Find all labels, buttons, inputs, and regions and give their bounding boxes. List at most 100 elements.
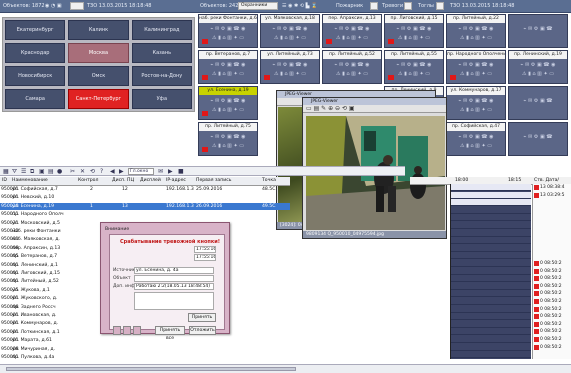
column-header[interactable]: ID [2, 178, 7, 183]
object-tile[interactable]: ул. Коммунаров, д.17 ⌁ ✉ ⚙ ▣ ☎ ◉ ⚠ ▮ ⌂ ▥ ✦… [446, 86, 506, 120]
toolbar-icons[interactable]: ☰ ◉ ✱ ⟲ ▙ ⌛ [282, 0, 317, 13]
timeline-cell [451, 214, 531, 222]
window-select[interactable]: Гл.окно [128, 168, 154, 175]
column-header[interactable]: Контрол [78, 178, 98, 183]
filter-firemen[interactable]: Пожарник [336, 0, 363, 13]
timeline-cell [451, 283, 531, 290]
event-time-text: 0 08:50:2 [540, 314, 562, 320]
table-row[interactable]: 950001 ул. Софийская, д.7 2 12 192.168.1.3 25… [0, 186, 290, 194]
nav-prev-button[interactable] [123, 326, 131, 335]
cell-c: 1 [90, 203, 93, 209]
viewer-tool-icons[interactable]: ▭ ▤ ✎ ⊕ ⊖ ⟲ ▣ [306, 105, 355, 112]
city-button[interactable]: Новосибирск [5, 66, 66, 86]
object-tile-title: пр. Литейный, д.75 [199, 123, 257, 131]
toolbar-icon-delete[interactable]: ✕ [80, 168, 85, 175]
info-field: Работаю 2:2(18.05.13 18:48:54) [134, 283, 214, 290]
object-tile[interactable]: ул. Есенина, д.19 ⌁ ✉ ⚙ ▣ ☎ ◉ ⚠ ▮ ⌂ ▥ ✦ ▭ [198, 86, 258, 120]
city-button[interactable]: Ростов-на-Дону [131, 66, 192, 86]
city-button[interactable]: Уфа [131, 89, 192, 109]
city-button[interactable]: Калинк [68, 20, 129, 40]
toolbar-icon-list[interactable]: ☰ [21, 168, 26, 175]
city-button[interactable]: Краснодар [5, 43, 66, 63]
accept-all-button[interactable]: Принять все [155, 326, 185, 341]
toolbar-icon-stop[interactable]: ■ [178, 168, 184, 175]
cell-name: ул. Есенина, д.19 [12, 203, 55, 209]
event-time-cell: 0 08:50:2 [533, 344, 571, 352]
table-row[interactable]: 950001 ул. Невский, д.10 [0, 194, 290, 202]
event-time-cell: 0 08:50:2 [533, 283, 571, 291]
top-icons[interactable]: ◉ ◔ ▣ [45, 0, 62, 13]
toolbar-icon-help[interactable]: ? [100, 168, 103, 175]
object-tile[interactable]: пр. Софийская, д.47 ⌁ ✉ ⚙ ▣ ☎ ◉ ⚠ ▮ ⌂ ▥ ✦ … [446, 122, 506, 156]
filter-alarms-check[interactable] [404, 2, 412, 10]
top-toggle[interactable] [70, 2, 84, 10]
column-header[interactable]: Точка [262, 178, 276, 183]
filter-firemen-check[interactable] [370, 2, 378, 10]
city-button[interactable]: Санкт-Петербург [68, 89, 129, 109]
object-tile-empty[interactable]: ⌁ ✉ ⚙ ▣ ☎ [508, 14, 568, 48]
alarm-indicator [202, 75, 208, 80]
nav-first-button[interactable] [113, 326, 121, 335]
filter-other[interactable]: Тоглы [418, 0, 434, 13]
city-button[interactable]: Самара [5, 89, 66, 109]
postpone-button[interactable]: Отложить [189, 326, 216, 335]
object-tile[interactable]: наб. реки Фонтанки, д.64 ⌁ ✉ ⚙ ▣ ☎ ◉ ⚠ ▮ ⌂… [198, 14, 258, 48]
object-tile[interactable]: пр. Лиговский, д.15 ⌁ ✉ ⚙ ▣ ☎ ◉ ⚠ ▮ ⌂ ▥ ✦ … [384, 14, 444, 48]
jpeg-viewer-toolbar[interactable]: ▭ ▤ ✎ ⊕ ⊖ ⟲ ▣ [303, 105, 446, 113]
column-header[interactable]: IP-адрес [166, 178, 186, 183]
table-row[interactable]: 950010 ул. Есенина, д.19 1 13 192.168.1.3 26.… [0, 202, 290, 211]
object-tile[interactable]: пр. Литейный, д.52 ⌁ ✉ ⚙ ▣ ☎ ◉ ⚠ ▮ ⌂ ▥ ✦ ▭ [322, 50, 382, 84]
city-button[interactable]: Казань [131, 43, 192, 63]
scrollbar-thumb[interactable] [6, 367, 296, 371]
toolbar-icon-cut[interactable]: ✂ [70, 168, 75, 175]
table-row[interactable]: 950001 пр. Пулкова, д.4а [0, 354, 290, 362]
alarm-indicator [202, 39, 208, 44]
column-header[interactable]: Наименование [12, 178, 48, 183]
object-tile[interactable]: пр. Литейный, д.22 ⌁ ✉ ⚙ ▣ ☎ ◉ ⚠ ▮ ⌂ ▥ ✦ ▭ [446, 14, 506, 48]
toolbar-icon-grid[interactable]: ▦ [3, 168, 9, 175]
object-tile[interactable]: ул. Маяковская, д.18 ⌁ ✉ ⚙ ▣ ☎ ◉ ⚠ ▮ ⌂ ▥ ✦… [260, 14, 320, 48]
info-textarea[interactable] [134, 292, 214, 310]
toolbar-icon-back[interactable]: ◀ [110, 168, 115, 175]
toolbar-icon-forward[interactable]: ▶ [119, 168, 124, 175]
object-tile[interactable]: ул. Литейный, д.73 ⌁ ✉ ⚙ ▣ ☎ ◉ ⚠ ▮ ⌂ ▥ ✦ ▭ [260, 50, 320, 84]
object-tile[interactable]: пр. Ветеранов, д.7 ⌁ ✉ ⚙ ▣ ☎ ◉ ⚠ ▮ ⌂ ▥ ✦ ▭ [198, 50, 258, 84]
table-row[interactable]: 950008 ул. Мичуриная, д. [0, 346, 290, 354]
filter-alarms[interactable]: Тревоги [382, 0, 403, 13]
object-tile[interactable]: пр. Литейный, д.55 ⌁ ✉ ⚙ ▣ ☎ ◉ ⚠ ▮ ⌂ ▥ ✦ ▭ [384, 50, 444, 84]
city-button[interactable]: Москва [68, 43, 129, 63]
object-tile[interactable]: пр. Ленинский, д.19 ⌁ ✉ ⚙ ▣ ☎ ◉ ⚠ ▮ ⌂ ▥ ✦ … [508, 50, 568, 84]
column-header[interactable]: Дисплей [140, 178, 161, 183]
column-header[interactable]: Дисп. ПЦ [112, 178, 134, 183]
toolbar-icon-copy[interactable]: ⧉ [30, 168, 34, 176]
toolbar-icon-folder[interactable]: ▤ [48, 168, 54, 175]
toolbar-icon-mail[interactable]: ✉ [158, 168, 163, 175]
toolbar-icon-refresh[interactable]: ⟲ [90, 168, 95, 175]
alarm-status-icon [534, 283, 539, 289]
toolbar-icon-settings[interactable]: ● [57, 168, 62, 175]
object-tile[interactable]: пр. Литейный, д.75 ⌁ ✉ ⚙ ▣ ☎ ◉ ⚠ ▮ ⌂ ▥ ✦ ▭ [198, 122, 258, 156]
city-button[interactable]: Омск [68, 66, 129, 86]
timeline-cell [451, 237, 531, 245]
toolbar-icon-filter[interactable]: ⛛ [12, 168, 17, 176]
filter-other-check[interactable] [436, 2, 444, 10]
object-tile-empty[interactable]: ⌁ ✉ ⚙ ▣ ☎ [508, 122, 568, 156]
cell-name: ул. Мичуриная, д. [12, 346, 55, 352]
city-button[interactable]: Екатеринбург [5, 20, 66, 40]
search-box[interactable]: Охранники [238, 2, 278, 10]
column-header[interactable]: Первая запись [196, 178, 231, 183]
cell-name: пр. Заднего Россч [12, 304, 56, 310]
object-tile[interactable]: пр. Народного Ополчения, д.193 ⌁ ✉ ⚙ ▣ ☎ … [446, 50, 506, 84]
toolbar-icon-play[interactable]: ▶ [168, 168, 173, 175]
nav-next-button[interactable] [133, 326, 141, 335]
table-row[interactable]: 950011 пр. Народного Ополч [0, 211, 290, 219]
city-button[interactable]: Калининград [131, 20, 192, 40]
toolbar-icon-print[interactable]: ▣ [39, 168, 45, 175]
horizontal-scrollbar[interactable] [0, 364, 571, 373]
table-row[interactable]: 950001 ул. Марата, д.61 [0, 337, 290, 345]
accept-button[interactable]: Принять [188, 313, 216, 322]
object-tile-empty[interactable]: ⌁ ✉ ⚙ ▣ ☎ [508, 86, 568, 120]
object-tile[interactable]: пер. Апраксин, д.13 ⌁ ✉ ⚙ ▣ ☎ ◉ ⚠ ▮ ⌂ ▥ ✦ … [322, 14, 382, 48]
timeline-cell [451, 344, 531, 351]
cell-name: наб. реки Фонтанки [12, 229, 61, 234]
